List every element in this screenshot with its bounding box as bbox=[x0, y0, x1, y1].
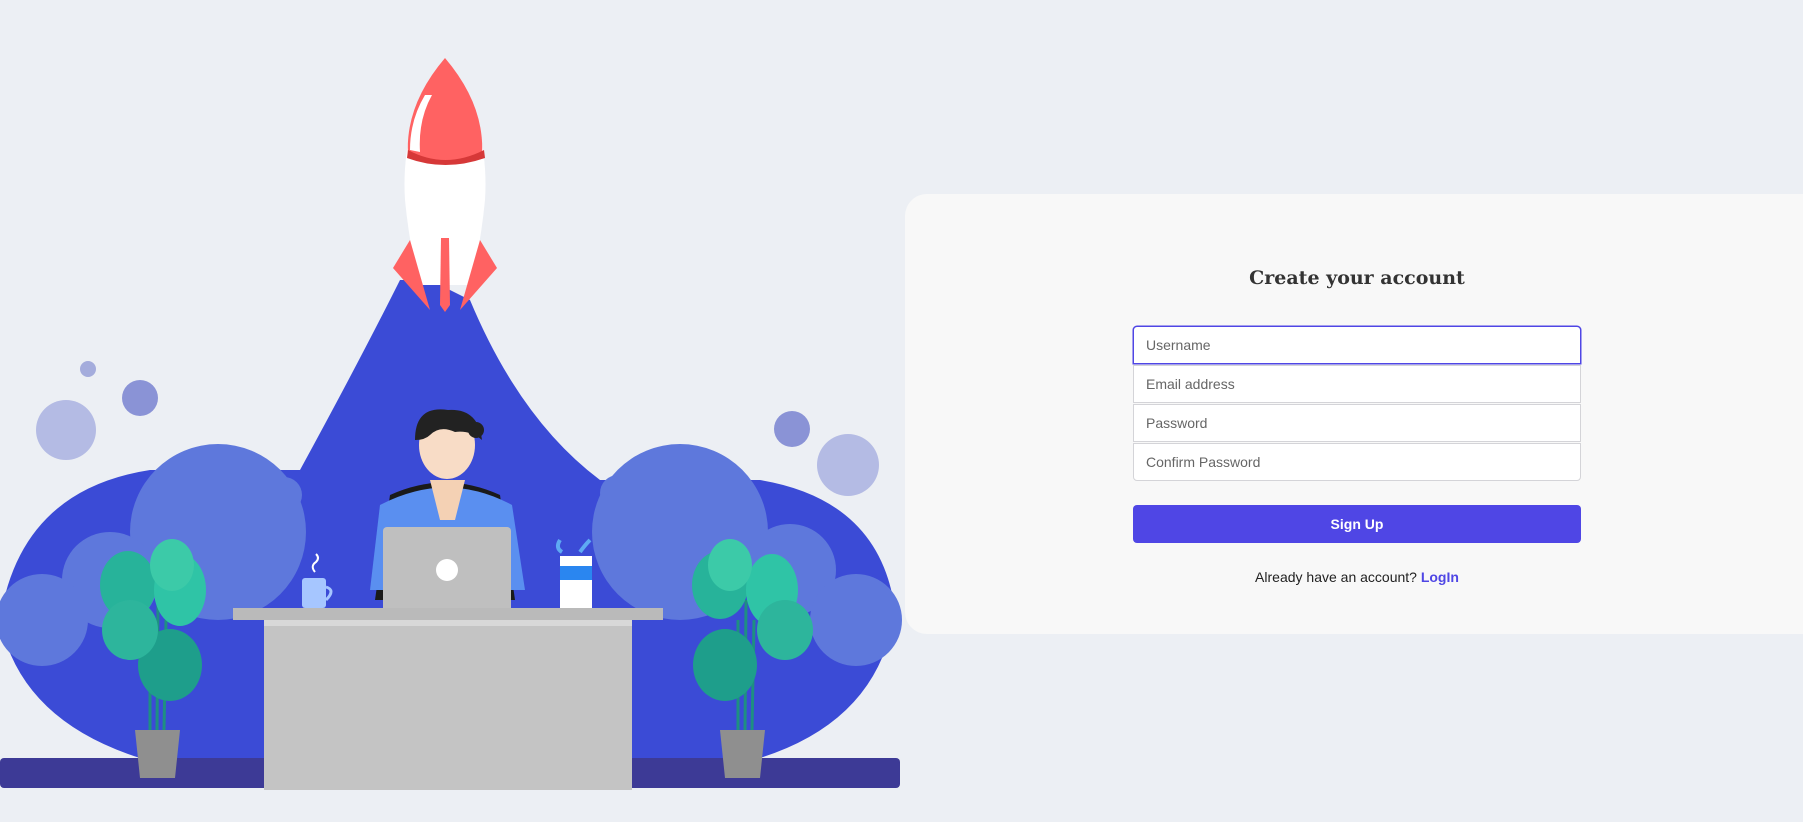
page-title: Create your account bbox=[1249, 267, 1465, 289]
sign-up-button[interactable]: Sign Up bbox=[1133, 505, 1581, 543]
login-prompt: Already have an account? LogIn bbox=[905, 569, 1803, 585]
login-prompt-text: Already have an account? bbox=[1255, 569, 1417, 585]
confirm-password-input[interactable] bbox=[1133, 443, 1581, 481]
username-input[interactable] bbox=[1133, 326, 1581, 364]
password-input[interactable] bbox=[1133, 404, 1581, 442]
hero-illustration bbox=[0, 58, 902, 790]
email-input[interactable] bbox=[1133, 365, 1581, 403]
login-link[interactable]: LogIn bbox=[1421, 569, 1459, 585]
signup-form bbox=[1133, 326, 1581, 482]
laptop bbox=[383, 527, 511, 613]
signup-card: Create your account Sign Up Already have… bbox=[905, 194, 1803, 634]
desk bbox=[233, 608, 663, 790]
rocket bbox=[393, 58, 497, 312]
